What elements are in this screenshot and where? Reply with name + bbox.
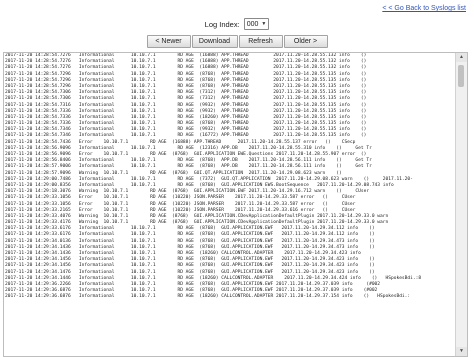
triangle-down-icon[interactable]: ▼ bbox=[456, 347, 467, 356]
log-index-label: Log Index: bbox=[204, 19, 240, 29]
log-index-selected-value: 000 bbox=[246, 20, 259, 28]
log-index-select[interactable]: 000 ▼ bbox=[243, 18, 270, 30]
vertical-scrollbar[interactable]: ▲ ▼ bbox=[455, 53, 467, 356]
log-viewer[interactable]: 2017-11-20 14:28:54.7276 Informational 1… bbox=[3, 52, 468, 357]
newer-button[interactable]: < Newer bbox=[146, 35, 191, 48]
triangle-up-icon[interactable]: ▲ bbox=[456, 53, 467, 62]
download-button[interactable]: Download bbox=[191, 35, 238, 48]
chevron-down-icon: ▼ bbox=[261, 21, 267, 27]
refresh-button[interactable]: Refresh bbox=[238, 35, 283, 48]
toolbar: < Newer Download Refresh Older > bbox=[0, 35, 474, 48]
older-button[interactable]: Older > bbox=[283, 35, 328, 48]
log-text-area[interactable]: 2017-11-20 14:28:54.7276 Informational 1… bbox=[5, 53, 453, 356]
log-line: 2017-11-20 14:29:36.6876 Informational 1… bbox=[5, 294, 411, 300]
scrollbar-thumb[interactable] bbox=[458, 65, 464, 87]
back-to-syslogs-link[interactable]: < < Go Back to Syslogs list bbox=[382, 5, 466, 12]
log-index-row: Log Index: 000 ▼ bbox=[0, 17, 474, 31]
